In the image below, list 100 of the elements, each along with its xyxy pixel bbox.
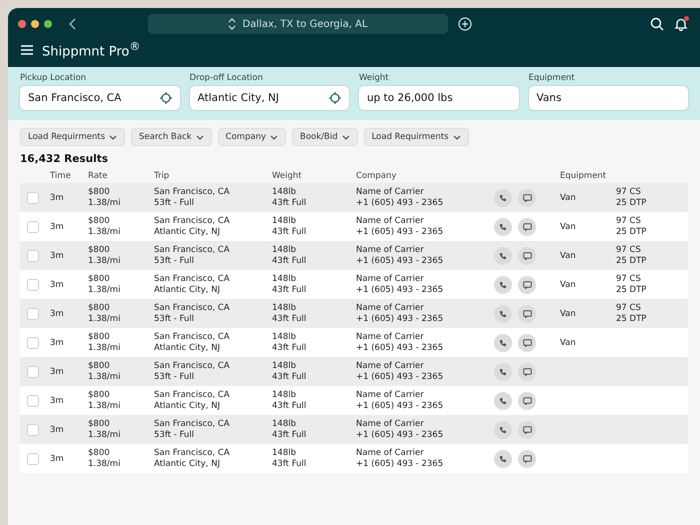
route-search-field[interactable]: Dallax, TX to Georgia, AL bbox=[148, 14, 448, 34]
table-cell-text: 43ft Full bbox=[272, 314, 308, 324]
table-cell-text: 97 CS bbox=[616, 303, 642, 314]
message-button[interactable] bbox=[518, 304, 536, 323]
table-cell-text: +1 (605) 493 - 2365 bbox=[356, 342, 444, 354]
table-cell-text: San Francisco, CA bbox=[154, 448, 231, 459]
table-cell-text: San Francisco, CA bbox=[154, 390, 231, 401]
call-button[interactable] bbox=[494, 420, 512, 439]
table-cell-text: 25 DTP bbox=[616, 226, 648, 238]
table-cell-text: Name of Carrier bbox=[356, 390, 425, 401]
call-button[interactable] bbox=[494, 334, 512, 352]
table-cell-text: 1.38/mi bbox=[88, 226, 122, 238]
table-cell-text: 97 CS bbox=[616, 187, 642, 198]
table-cell-text: Atlantic City, NJ bbox=[154, 458, 221, 470]
filter-chip[interactable]: Company bbox=[218, 128, 286, 146]
chevron-down-icon bbox=[342, 134, 350, 140]
message-button[interactable] bbox=[518, 246, 536, 265]
bell-icon[interactable] bbox=[674, 17, 688, 31]
filter-chip[interactable]: Load Requirments bbox=[364, 128, 469, 146]
message-icon bbox=[522, 396, 532, 405]
input-field[interactable]: San Francisco, CA bbox=[20, 86, 180, 110]
call-button[interactable] bbox=[494, 304, 512, 323]
message-button[interactable] bbox=[518, 362, 536, 381]
phone-icon bbox=[499, 280, 507, 289]
call-button[interactable] bbox=[494, 392, 512, 410]
table-cell-text: San Francisco, CA bbox=[154, 245, 231, 256]
table-cell-text: Name of Carrier bbox=[356, 448, 425, 459]
call-button[interactable] bbox=[494, 362, 512, 381]
checkbox[interactable] bbox=[27, 336, 39, 349]
table-cell-text: +1 (605) 493 - 2365 bbox=[356, 198, 444, 208]
table-cell-text: 97 CS bbox=[616, 274, 642, 285]
message-button[interactable] bbox=[518, 188, 536, 207]
menu-icon[interactable] bbox=[20, 44, 34, 56]
table-cell-text: 3m bbox=[50, 454, 65, 464]
checkbox[interactable] bbox=[27, 220, 39, 233]
message-button[interactable] bbox=[518, 420, 536, 439]
table-cell-text: +1 (605) 493 - 2365 bbox=[356, 400, 444, 412]
filter-chip[interactable]: Load Requirments bbox=[20, 128, 125, 146]
phone-icon bbox=[499, 396, 507, 405]
add-icon[interactable] bbox=[458, 17, 472, 31]
table-cell-text: 25 DTP bbox=[616, 256, 648, 266]
table-cell-text: 97 CS bbox=[616, 245, 642, 256]
call-button[interactable] bbox=[494, 218, 512, 236]
checkbox[interactable] bbox=[27, 278, 39, 291]
swap-icon bbox=[228, 18, 236, 30]
checkbox[interactable] bbox=[27, 424, 39, 436]
filter-chip[interactable]: Book/Bid bbox=[292, 128, 358, 146]
message-button[interactable] bbox=[518, 276, 536, 294]
table-cell-text: 43ft Full bbox=[272, 342, 308, 354]
table-cell-text: +1 (605) 493 - 2365 bbox=[356, 430, 444, 440]
chevron-down-icon bbox=[196, 134, 204, 140]
checkbox[interactable] bbox=[27, 394, 39, 407]
table-cell-text: $800 bbox=[88, 303, 111, 314]
call-button[interactable] bbox=[494, 450, 512, 468]
table-cell-text: 1.38/mi bbox=[88, 458, 122, 470]
phone-icon bbox=[499, 194, 507, 202]
message-button[interactable] bbox=[518, 218, 536, 236]
filter-chip[interactable]: Search Back bbox=[131, 128, 212, 146]
input-field[interactable]: up to 26,000 lbs bbox=[359, 86, 518, 110]
table-cell-text: +1 (605) 493 - 2365 bbox=[356, 458, 444, 470]
table-cell-text: 3m bbox=[50, 192, 65, 204]
call-button[interactable] bbox=[494, 276, 512, 294]
table-cell-text: 148lb bbox=[272, 216, 297, 227]
message-button[interactable] bbox=[518, 392, 536, 410]
input-field[interactable]: Vans bbox=[528, 86, 688, 110]
table-cell-text: 43ft Full bbox=[272, 458, 308, 470]
column-header: Company bbox=[355, 170, 398, 182]
table-cell-text: Van bbox=[560, 250, 577, 262]
message-button[interactable] bbox=[518, 450, 536, 468]
message-icon bbox=[522, 222, 532, 231]
crosshair-icon[interactable] bbox=[329, 92, 341, 104]
call-button[interactable] bbox=[494, 246, 512, 265]
checkbox[interactable] bbox=[27, 250, 39, 262]
app-logo-text: Shippmnt Pro$^{®}$ bbox=[42, 40, 140, 60]
message-button[interactable] bbox=[518, 334, 536, 352]
checkbox[interactable] bbox=[27, 366, 39, 378]
table-cell-text: 3m bbox=[50, 366, 65, 378]
call-button[interactable] bbox=[494, 188, 512, 207]
table-cell-text: 43ft Full bbox=[272, 372, 308, 382]
table-cell-text: Atlantic City, NJ bbox=[154, 342, 221, 354]
table-cell-text: Name of Carrier bbox=[356, 361, 425, 372]
table-cell-text: 1.38/mi bbox=[88, 314, 122, 324]
checkbox[interactable] bbox=[27, 192, 39, 204]
table-cell-text: 3m bbox=[50, 338, 65, 348]
table-cell-text: 1.38/mi bbox=[88, 400, 122, 412]
chevron-down-icon bbox=[452, 134, 461, 140]
table-cell-text: 1.38/mi bbox=[88, 342, 122, 354]
table-cell-text: $800 bbox=[88, 245, 111, 256]
crosshair-icon[interactable] bbox=[160, 92, 172, 104]
table-cell-text: 53ft - Full bbox=[154, 198, 195, 208]
message-icon bbox=[522, 194, 532, 202]
table-cell-text: 1.38/mi bbox=[88, 430, 122, 440]
back-icon[interactable] bbox=[68, 18, 78, 30]
table-cell-text: +1 (605) 493 - 2365 bbox=[356, 372, 444, 382]
search-icon[interactable] bbox=[650, 17, 664, 31]
input-field[interactable]: Atlantic City, NJ bbox=[190, 86, 349, 110]
checkbox[interactable] bbox=[27, 308, 39, 320]
checkbox[interactable] bbox=[27, 452, 39, 465]
results-count: 16,432 Results bbox=[20, 153, 109, 166]
table-cell-text: San Francisco, CA bbox=[154, 274, 231, 285]
